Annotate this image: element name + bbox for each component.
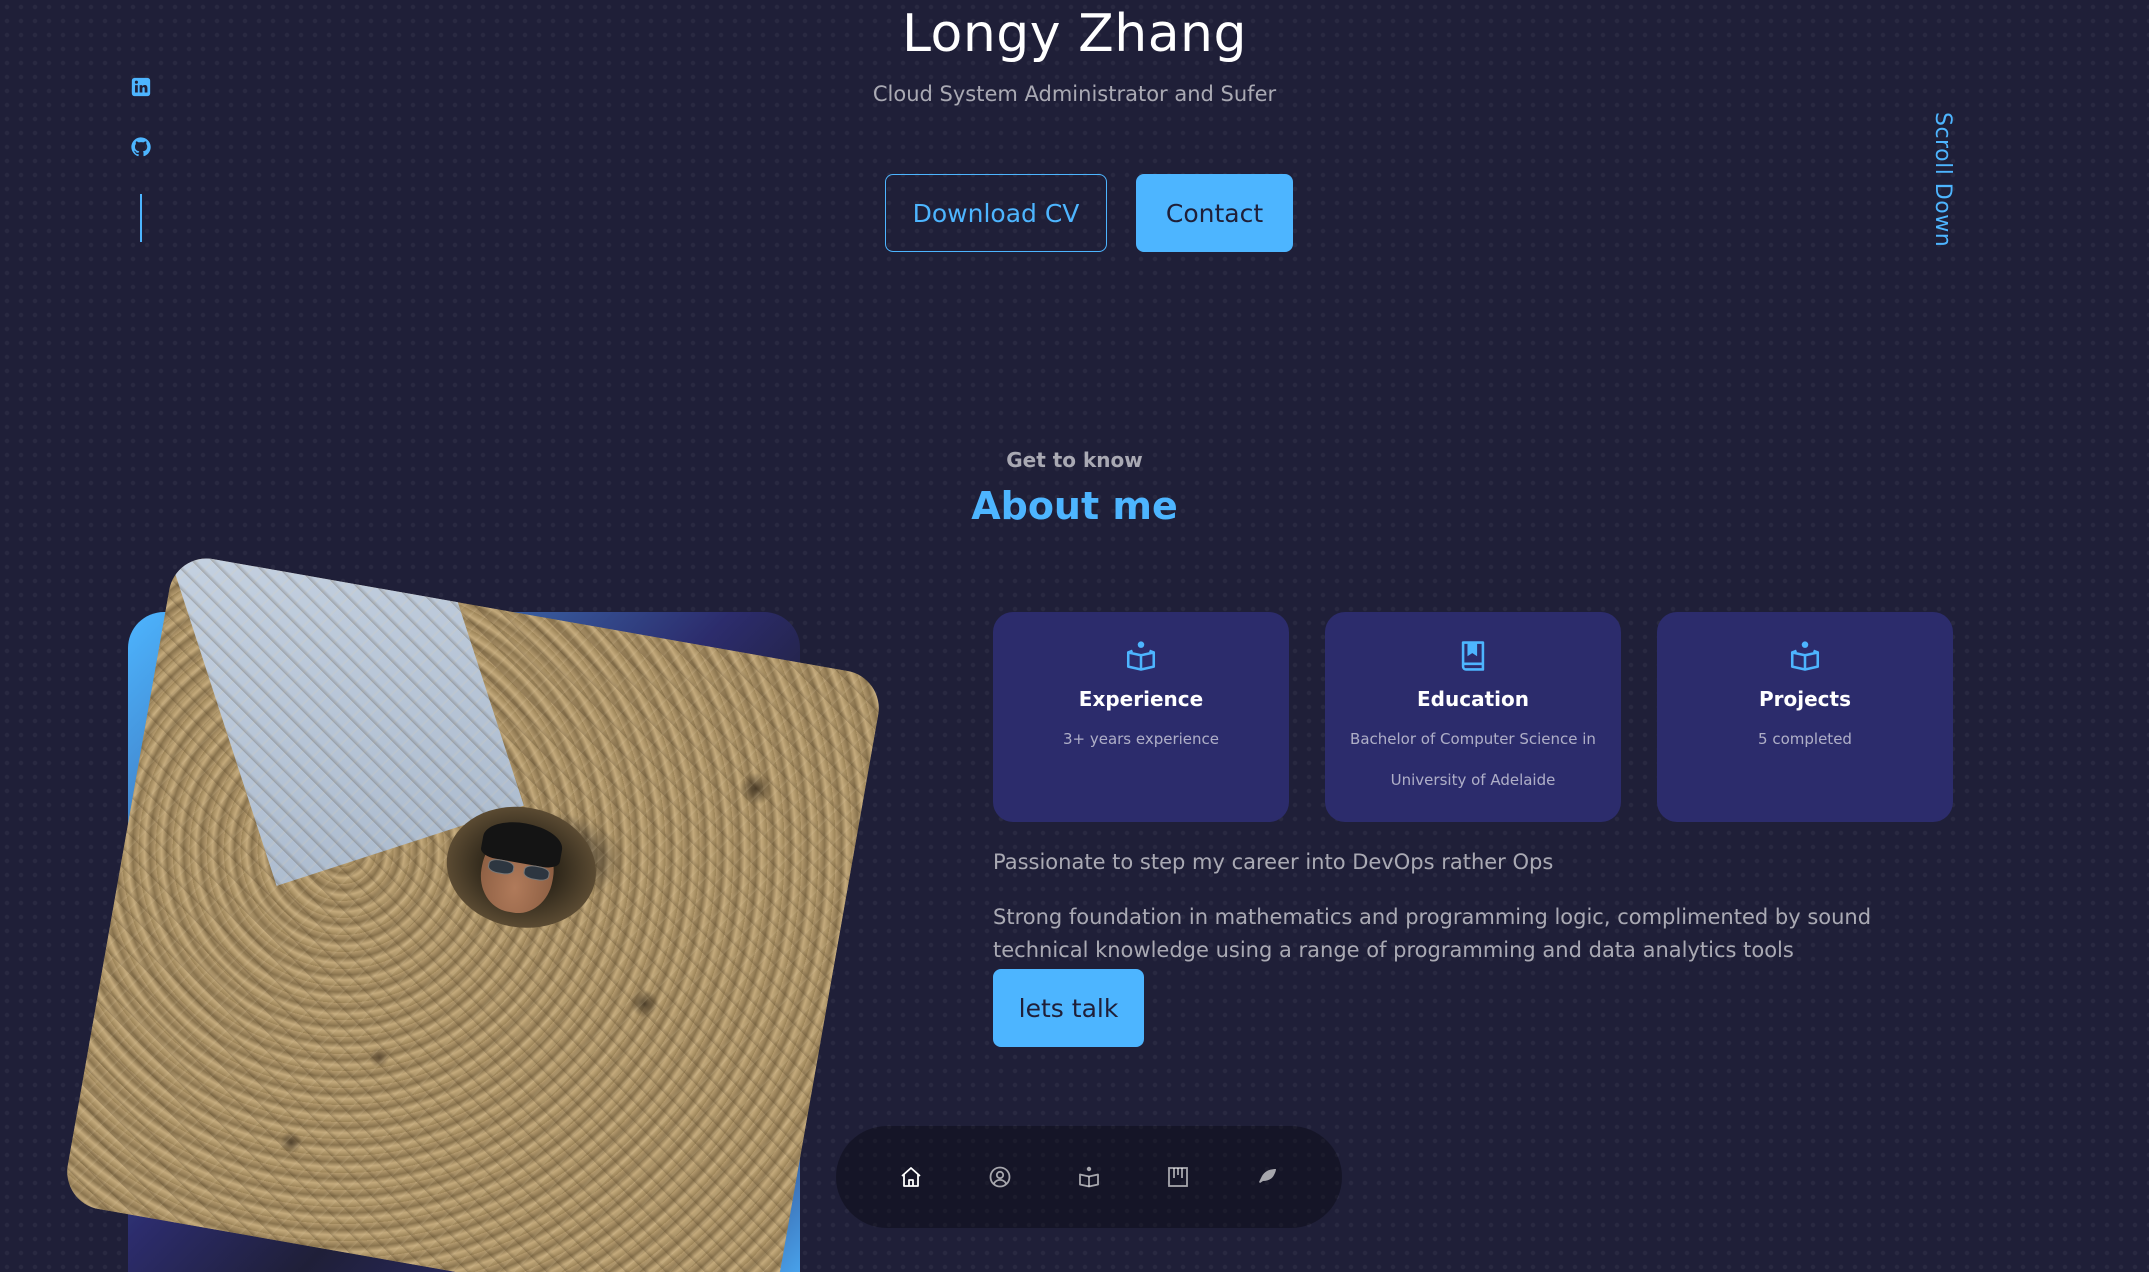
portfolio-page: Longy Zhang Cloud System Administrator a… — [0, 0, 2149, 1272]
download-cv-button[interactable]: Download CV — [885, 174, 1107, 252]
section-kicker: Get to know — [1006, 448, 1143, 472]
portfolio-icon — [1168, 1167, 1188, 1187]
book-icon — [1461, 641, 1485, 671]
about-card-education: Education Bachelor of Computer Science i… — [1325, 612, 1621, 822]
linkedin-link[interactable] — [130, 76, 152, 98]
scroll-down-link[interactable]: Scroll Down — [1930, 112, 1955, 247]
about-paragraph: Strong foundation in mathematics and pro… — [993, 905, 1872, 962]
card-title: Education — [1417, 687, 1529, 711]
card-text: Bachelor of Computer Science in Universi… — [1350, 730, 1596, 789]
about-card-experience: Experience 3+ years experience — [993, 612, 1289, 822]
photo-rock-texture — [61, 552, 885, 1272]
feather-icon — [1259, 1169, 1276, 1183]
lets-talk-button[interactable]: lets talk — [993, 969, 1144, 1047]
nav-home[interactable] — [889, 1155, 933, 1199]
bottom-nav — [836, 1126, 1342, 1228]
user-icon — [989, 1166, 1011, 1188]
about-cards: Experience 3+ years experience Education… — [993, 612, 1953, 822]
card-text: 5 completed — [1758, 730, 1852, 748]
contact-button[interactable]: Contact — [1136, 174, 1293, 252]
about-card-projects: Projects 5 completed — [1657, 612, 1953, 822]
nav-experience[interactable] — [1067, 1155, 1111, 1199]
nav-about[interactable] — [978, 1155, 1022, 1199]
card-title: Experience — [1078, 687, 1204, 711]
linkedin-icon — [131, 77, 151, 97]
book-reader-icon — [1079, 1166, 1099, 1188]
cta-buttons: Download CV Contact — [885, 174, 1293, 252]
header-socials — [128, 76, 154, 242]
about-paragraph: Passionate to step my career into DevOps… — [993, 850, 1554, 874]
section-title: About me — [971, 484, 1178, 528]
nav-contact[interactable] — [1245, 1155, 1289, 1199]
book-reader-icon — [1126, 641, 1156, 671]
nav-portfolio[interactable] — [1156, 1155, 1200, 1199]
book-reader-icon — [1790, 641, 1820, 671]
socials-divider — [140, 194, 142, 242]
subtitle: Cloud System Administrator and Sufer — [872, 82, 1277, 106]
card-title: Projects — [1758, 687, 1851, 711]
page-title: Longy Zhang — [901, 4, 1248, 64]
card-text: 3+ years experience — [1062, 730, 1220, 748]
github-link[interactable] — [130, 136, 152, 158]
home-icon — [901, 1167, 921, 1187]
profile-photo — [61, 552, 885, 1272]
github-icon — [131, 137, 151, 157]
